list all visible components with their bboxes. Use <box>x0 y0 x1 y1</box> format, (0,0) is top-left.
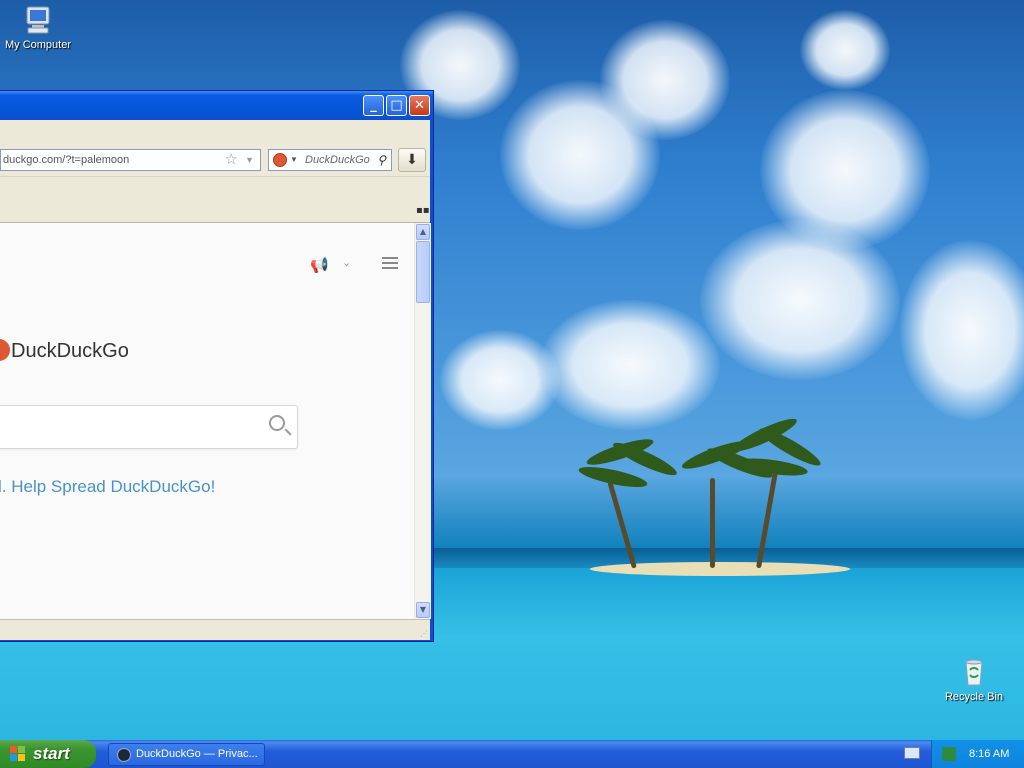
taskbar: start DuckDuckGo — Privac... 8:16 AM <box>0 740 1024 768</box>
cloud <box>700 220 900 380</box>
island <box>590 562 850 576</box>
desktop-icon-label: Recycle Bin <box>944 691 1004 703</box>
cloud <box>540 300 720 430</box>
desktop-icon-label: My Computer <box>4 39 72 51</box>
url-bar[interactable]: duckgo.com/?t=palemoon ☆ ▼ <box>0 149 261 171</box>
search-input[interactable] <box>0 405 298 449</box>
chevron-down-icon[interactable]: ⌄ <box>342 256 351 269</box>
search-icon[interactable] <box>269 415 285 431</box>
maximize-button[interactable]: □ <box>386 95 407 116</box>
start-label: start <box>33 744 70 763</box>
close-button[interactable]: ✕ <box>409 95 430 116</box>
duckduckgo-engine-icon[interactable] <box>273 153 287 167</box>
browser-window: _ □ ✕ duckgo.com/?t=palemoon ☆ ▼ ▼ DuckD… <box>0 90 434 642</box>
cloud <box>800 10 890 90</box>
desktop-icon-recycle-bin[interactable]: Recycle Bin <box>937 656 1011 703</box>
bookmark-star-icon[interactable]: ☆ <box>225 150 238 170</box>
resize-grip-icon[interactable]: ⋰ <box>420 629 428 638</box>
start-button[interactable]: start <box>0 740 96 768</box>
cloud <box>900 240 1024 420</box>
cloud <box>600 20 730 140</box>
my-computer-icon <box>22 4 54 36</box>
taskbar-item-label: DuckDuckGo — Privac... <box>136 748 258 760</box>
minimize-button[interactable]: _ <box>363 95 384 116</box>
bookmarks-toolbar: ▪▪ <box>0 177 430 223</box>
desktop-icon-my-computer[interactable]: My Computer <box>1 4 75 51</box>
tray-network-icon[interactable] <box>942 747 956 761</box>
scroll-up-button[interactable]: ▲ <box>416 224 430 240</box>
keyboard-language-icon[interactable] <box>904 747 920 759</box>
vertical-scrollbar[interactable]: ▲ ▼ <box>414 223 431 619</box>
search-bar[interactable]: ▼ DuckDuckGo ⚲ <box>268 149 392 171</box>
duckduckgo-logo <box>0 339 10 361</box>
page-content: 📢 ⌄ DuckDuckGo l. Help Spread DuckDuckGo… <box>0 223 414 619</box>
taskbar-item-browser[interactable]: DuckDuckGo — Privac... <box>108 743 265 766</box>
engine-dropdown-icon[interactable]: ▼ <box>290 150 298 170</box>
url-text: duckgo.com/?t=palemoon <box>3 154 130 166</box>
promo-link[interactable]: l. Help Spread DuckDuckGo! <box>0 477 215 497</box>
grid-menu-icon[interactable]: ▪▪ <box>416 205 430 216</box>
window-body: duckgo.com/?t=palemoon ☆ ▼ ▼ DuckDuckGo … <box>0 120 431 640</box>
scroll-down-button[interactable]: ▼ <box>416 602 430 618</box>
downloads-button[interactable]: ⬇ <box>398 148 426 172</box>
scroll-thumb[interactable] <box>416 241 430 303</box>
windows-flag-icon <box>10 746 26 762</box>
hamburger-menu-icon[interactable] <box>382 257 398 269</box>
url-dropdown-icon[interactable]: ▼ <box>245 150 254 170</box>
status-bar: ⋰ <box>0 619 430 640</box>
search-magnifier-icon[interactable]: ⚲ <box>377 150 386 170</box>
brand-name: DuckDuckGo <box>11 340 129 362</box>
megaphone-icon[interactable]: 📢 <box>310 256 329 274</box>
recycle-bin-icon <box>958 656 990 688</box>
navigation-toolbar: duckgo.com/?t=palemoon ☆ ▼ ▼ DuckDuckGo … <box>0 142 430 177</box>
clock[interactable]: 8:16 AM <box>969 740 1009 768</box>
tab-strip <box>0 120 430 142</box>
system-tray: 8:16 AM <box>931 740 1024 768</box>
search-engine-placeholder: DuckDuckGo <box>305 154 370 166</box>
desktop: My Computer Recycle Bin _ □ ✕ duckgo.com… <box>0 0 1024 768</box>
window-titlebar[interactable]: _ □ ✕ <box>0 91 433 120</box>
pale-moon-icon <box>117 748 131 762</box>
